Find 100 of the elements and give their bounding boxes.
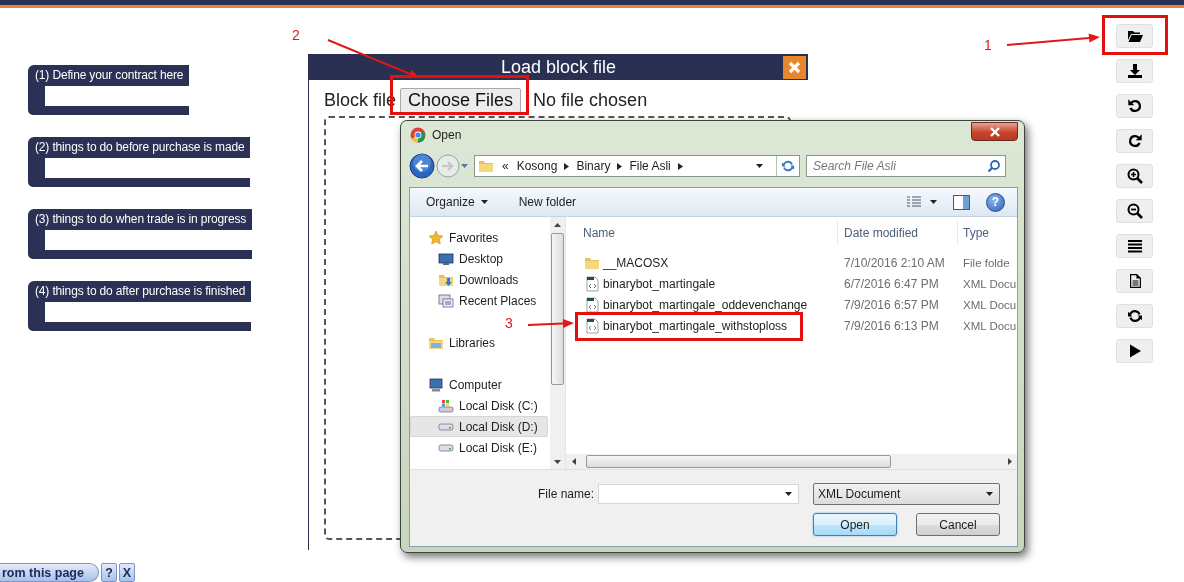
dialog-title: Load block file <box>500 56 617 78</box>
help-button[interactable]: ? <box>100 563 117 582</box>
breadcrumb[interactable]: File Asli <box>629 159 671 173</box>
column-header[interactable]: Date modified <box>838 221 958 245</box>
search-icon <box>987 159 1001 173</box>
window-title: Open <box>432 128 462 142</box>
preview-pane-icon[interactable] <box>953 194 970 210</box>
caret-icon <box>785 492 792 496</box>
scrollbar[interactable] <box>550 217 565 469</box>
type-cell-text: XML Docu <box>962 319 1017 332</box>
step-number: 2 <box>292 27 300 43</box>
nav-item[interactable]: Computer <box>410 374 548 395</box>
xml-file-icon <box>584 317 600 334</box>
open-button[interactable] <box>1116 24 1153 48</box>
undo-icon <box>1126 98 1143 114</box>
file-name[interactable]: binarybot_martingale_withstoploss <box>584 315 788 336</box>
overflow-marker[interactable]: « <box>502 159 509 173</box>
caret-icon <box>930 200 937 204</box>
type-cell-text: XML Docu <box>962 298 1017 311</box>
folder-icon <box>478 158 494 174</box>
default-button[interactable]: Open <box>813 513 897 536</box>
refresh-icon <box>781 159 795 173</box>
scroll-up-icon[interactable] <box>554 222 561 227</box>
date-cell-text: 7/9/2016 6:57 PM <box>843 297 940 312</box>
info-bar-button[interactable]: rom this page <box>0 563 99 582</box>
breadcrumb[interactable]: Kosong <box>516 159 558 173</box>
nav-item[interactable]: Recent Places <box>410 290 548 311</box>
file-name[interactable]: __MACOSX <box>584 252 669 273</box>
nav-item[interactable]: Downloads <box>410 269 548 290</box>
redo-button[interactable] <box>1116 129 1153 153</box>
file-name-field[interactable] <box>598 484 799 504</box>
chevron-icon <box>617 162 623 170</box>
column-header[interactable]: Name <box>566 221 838 245</box>
caret-icon <box>986 492 993 496</box>
toolbar-menu[interactable]: New folder <box>513 192 582 212</box>
type-cell-text: File folde <box>962 256 1011 269</box>
choose-files-button[interactable]: Choose Files <box>400 87 522 113</box>
scroll-right-icon[interactable] <box>1007 458 1012 465</box>
caret-icon <box>756 164 763 168</box>
nav-item[interactable]: Libraries <box>410 332 548 353</box>
block-label[interactable]: (3) things to do when trade is in progress <box>28 209 253 230</box>
type-cell-text: XML Docu <box>962 277 1017 290</box>
scroll-down-icon[interactable] <box>554 459 561 464</box>
document-button[interactable] <box>1116 269 1153 293</box>
breadcrumb[interactable]: Binary <box>576 159 611 173</box>
system-disk-icon <box>438 397 454 414</box>
nav-item[interactable]: Local Disk (C:) <box>410 395 548 416</box>
nav-item[interactable]: Desktop <box>410 248 548 269</box>
scroll-left-icon[interactable] <box>571 458 576 465</box>
search-field[interactable]: Search File Asli <box>806 155 1006 177</box>
back-button[interactable] <box>409 153 435 179</box>
file-name[interactable]: binarybot_martingale <box>584 273 716 294</box>
column-header[interactable]: Type <box>958 221 1017 245</box>
field-label: File name: <box>537 487 594 501</box>
block-label[interactable]: (4) things to do after purchase is finished <box>28 281 252 302</box>
download-icon <box>1126 63 1143 79</box>
dialog-button[interactable]: Cancel <box>916 513 1000 536</box>
block-label[interactable]: (2) things to do before purchase is made <box>28 137 251 158</box>
refresh-button[interactable] <box>1116 304 1153 328</box>
address-bar[interactable]: « Kosong Binary File Asli <box>474 155 800 177</box>
zoom-in-button[interactable] <box>1116 164 1153 188</box>
date-cell-text: 7/9/2016 6:13 PM <box>843 318 940 333</box>
nav-item[interactable]: Favorites <box>410 227 548 248</box>
close-icon <box>988 126 1001 137</box>
undo-button[interactable] <box>1116 94 1153 118</box>
download-button[interactable] <box>1116 59 1153 83</box>
xml-file-icon <box>584 275 600 292</box>
computer-icon <box>428 376 444 393</box>
close-button[interactable]: X <box>118 563 135 582</box>
redo-icon <box>1126 133 1143 149</box>
zoom-out-button[interactable] <box>1116 199 1153 223</box>
list-icon <box>1126 238 1143 254</box>
date-cell-text: 7/10/2016 2:10 AM <box>843 255 946 270</box>
highlight-frame <box>1102 15 1168 55</box>
play-button[interactable] <box>1116 339 1153 363</box>
toolbar-menu[interactable]: Organize <box>421 192 493 212</box>
chevron-icon <box>564 162 570 170</box>
caret-icon <box>461 164 468 168</box>
refresh-icon <box>1126 308 1143 324</box>
step-number: 1 <box>984 37 992 53</box>
favorites-icon <box>428 229 444 246</box>
date-cell-text: 6/7/2016 6:47 PM <box>843 276 940 291</box>
recent-icon <box>438 292 454 309</box>
file-type-dropdown[interactable]: XML Document <box>813 483 1000 505</box>
zoom-out-icon <box>1126 203 1143 219</box>
close-button[interactable] <box>971 122 1018 141</box>
open-icon <box>1126 28 1143 44</box>
xml-file-icon <box>584 296 600 313</box>
scrollbar[interactable] <box>566 454 1017 469</box>
list-button[interactable] <box>1116 234 1153 258</box>
nav-item[interactable]: Local Disk (D:) <box>410 416 548 437</box>
annotation-arrow <box>527 319 574 328</box>
nav-item[interactable]: Local Disk (E:) <box>410 437 548 458</box>
file-name[interactable]: binarybot_martingale_oddevenchange <box>584 294 808 315</box>
close-icon <box>788 61 801 74</box>
app-icon <box>410 127 426 143</box>
chevron-icon <box>677 162 683 170</box>
block-label[interactable]: (1) Define your contract here <box>28 65 190 86</box>
caret-icon <box>480 200 488 204</box>
file-status: No file chosen <box>533 89 648 111</box>
